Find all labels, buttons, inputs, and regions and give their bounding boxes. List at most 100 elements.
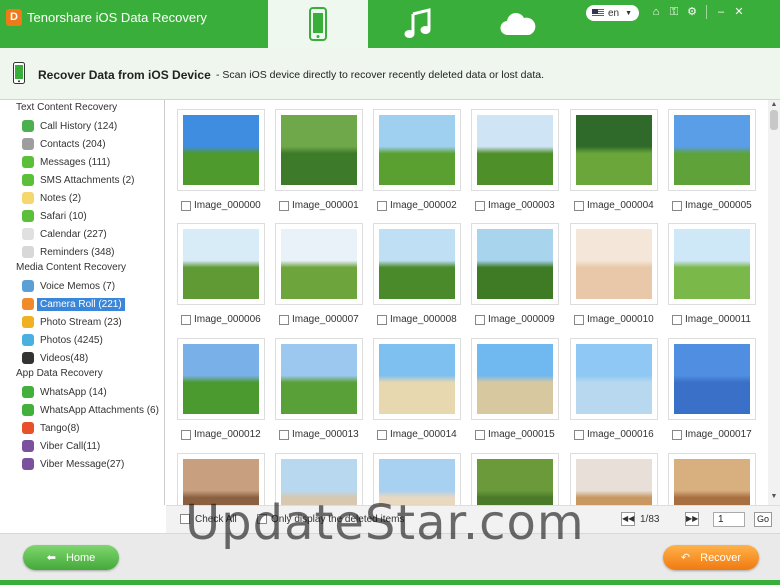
photo-checkbox[interactable] bbox=[574, 201, 584, 211]
sidebar-item[interactable]: SMS Attachments (2) bbox=[22, 172, 134, 188]
photo-thumbnail[interactable]: Image_000010 bbox=[570, 223, 658, 334]
recover-button[interactable]: ↶ Recover bbox=[663, 545, 759, 570]
photo-thumbnail[interactable]: Image_000005 bbox=[668, 109, 756, 220]
photo-preview[interactable] bbox=[373, 338, 461, 420]
sidebar-item[interactable]: Tango(8) bbox=[22, 420, 79, 436]
language-select[interactable]: en ▼ bbox=[586, 5, 639, 21]
photo-checkbox[interactable] bbox=[672, 430, 682, 440]
tab-itunes-backup[interactable] bbox=[368, 0, 468, 48]
photo-preview[interactable] bbox=[275, 223, 363, 305]
photo-checkbox[interactable] bbox=[475, 315, 485, 325]
photo-thumbnail[interactable]: Image_000017 bbox=[668, 338, 756, 449]
photo-preview[interactable] bbox=[570, 109, 658, 191]
photo-preview[interactable] bbox=[570, 223, 658, 305]
photo-checkbox[interactable] bbox=[574, 315, 584, 325]
photo-thumbnail[interactable]: Image_000003 bbox=[471, 109, 559, 220]
photo-thumbnail[interactable]: Image_000004 bbox=[570, 109, 658, 220]
close-icon[interactable]: ✕ bbox=[733, 4, 745, 20]
sidebar-item[interactable]: Messages (111) bbox=[22, 154, 110, 170]
only-deleted-checkbox[interactable] bbox=[257, 514, 267, 524]
photo-preview[interactable] bbox=[570, 338, 658, 420]
sidebar-item[interactable]: Viber Message(27) bbox=[22, 456, 124, 472]
photo-checkbox[interactable] bbox=[181, 315, 191, 325]
photo-checkbox[interactable] bbox=[279, 201, 289, 211]
sidebar-item[interactable]: Notes (2) bbox=[22, 190, 81, 206]
photo-thumbnail[interactable]: Image_000008 bbox=[373, 223, 461, 334]
photo-thumbnail[interactable]: Image_000000 bbox=[177, 109, 265, 220]
photo-checkbox[interactable] bbox=[475, 201, 485, 211]
photo-preview[interactable] bbox=[177, 338, 265, 420]
go-button[interactable]: Go bbox=[754, 512, 772, 527]
photo-checkbox[interactable] bbox=[279, 430, 289, 440]
photo-preview[interactable] bbox=[177, 223, 265, 305]
photo-thumbnail[interactable]: Image_000011 bbox=[668, 223, 756, 334]
photo-checkbox[interactable] bbox=[377, 430, 387, 440]
check-all-checkbox[interactable] bbox=[180, 514, 190, 524]
photo-thumbnail[interactable]: Image_000006 bbox=[177, 223, 265, 334]
photo-checkbox[interactable] bbox=[672, 201, 682, 211]
home-icon[interactable]: ⌂ bbox=[650, 4, 662, 20]
photo-preview[interactable] bbox=[373, 109, 461, 191]
sidebar-item[interactable]: WhatsApp Attachments (6) bbox=[22, 402, 159, 418]
photo-preview[interactable] bbox=[668, 223, 756, 305]
sidebar-item[interactable]: WhatsApp (14) bbox=[22, 384, 107, 400]
photo-checkbox[interactable] bbox=[377, 315, 387, 325]
settings-icon[interactable]: ⚙ bbox=[686, 4, 698, 20]
scroll-down-icon[interactable]: ▼ bbox=[770, 493, 778, 500]
page-input[interactable]: 1 bbox=[713, 512, 745, 527]
photo-filename: Image_000006 bbox=[194, 314, 261, 325]
vertical-scrollbar[interactable]: ▲ ▼ bbox=[768, 100, 780, 505]
photo-preview[interactable] bbox=[275, 338, 363, 420]
photo-checkbox[interactable] bbox=[574, 430, 584, 440]
photo-thumbnail[interactable]: Image_000001 bbox=[275, 109, 363, 220]
photo-checkbox[interactable] bbox=[279, 315, 289, 325]
scroll-up-icon[interactable]: ▲ bbox=[770, 101, 778, 108]
photo-thumbnail[interactable]: Image_000002 bbox=[373, 109, 461, 220]
photo-preview[interactable] bbox=[471, 109, 559, 191]
photo-checkbox[interactable] bbox=[475, 430, 485, 440]
photo-thumbnail[interactable]: Image_000007 bbox=[275, 223, 363, 334]
photo-checkbox[interactable] bbox=[181, 430, 191, 440]
photo-preview[interactable] bbox=[177, 109, 265, 191]
photo-checkbox[interactable] bbox=[181, 201, 191, 211]
scrollbar-thumb[interactable] bbox=[770, 110, 778, 130]
tab-icloud-backup[interactable] bbox=[468, 0, 568, 48]
sidebar-item[interactable]: Reminders (348) bbox=[22, 244, 114, 260]
photo-preview[interactable] bbox=[275, 109, 363, 191]
sidebar-item[interactable]: Safari (10) bbox=[22, 208, 87, 224]
photo-preview[interactable] bbox=[471, 223, 559, 305]
sidebar-item[interactable]: Contacts (204) bbox=[22, 136, 106, 152]
photo-filename: Image_000011 bbox=[685, 314, 751, 325]
minimize-icon[interactable]: – bbox=[715, 4, 727, 20]
sidebar-item[interactable]: Call History (124) bbox=[22, 118, 117, 134]
sidebar-item[interactable]: Voice Memos (7) bbox=[22, 278, 115, 294]
home-button[interactable]: ⬅ Home bbox=[23, 545, 119, 570]
photo-image bbox=[477, 115, 553, 185]
divider bbox=[706, 5, 707, 19]
photo-thumbnail[interactable]: Image_000016 bbox=[570, 338, 658, 449]
sidebar-item[interactable]: Videos(48) bbox=[22, 350, 88, 366]
photo-thumbnail[interactable]: Image_000013 bbox=[275, 338, 363, 449]
photo-thumbnail[interactable]: Image_000012 bbox=[177, 338, 265, 449]
photo-preview[interactable] bbox=[668, 338, 756, 420]
sidebar-item[interactable]: Photo Stream (23) bbox=[22, 314, 122, 330]
sidebar-item-label: Voice Memos (7) bbox=[40, 280, 116, 292]
tab-ios-device[interactable] bbox=[268, 0, 368, 48]
sidebar-item[interactable]: Viber Call(11) bbox=[22, 438, 100, 454]
photos-icon bbox=[22, 334, 34, 346]
prev-page-button[interactable]: ◀◀ bbox=[621, 512, 635, 526]
photo-preview[interactable] bbox=[668, 109, 756, 191]
sidebar-item[interactable]: Camera Roll (221) bbox=[22, 296, 125, 312]
recover-icon: ↶ bbox=[680, 552, 691, 564]
key-icon[interactable]: ⚿ bbox=[668, 4, 680, 20]
photo-checkbox[interactable] bbox=[672, 315, 682, 325]
next-page-button[interactable]: ▶▶ bbox=[685, 512, 699, 526]
photo-checkbox[interactable] bbox=[377, 201, 387, 211]
photo-thumbnail[interactable]: Image_000015 bbox=[471, 338, 559, 449]
sidebar-item[interactable]: Calendar (227) bbox=[22, 226, 107, 242]
photo-preview[interactable] bbox=[471, 338, 559, 420]
photo-preview[interactable] bbox=[373, 223, 461, 305]
photo-thumbnail[interactable]: Image_000009 bbox=[471, 223, 559, 334]
sidebar-item[interactable]: Photos (4245) bbox=[22, 332, 103, 348]
photo-thumbnail[interactable]: Image_000014 bbox=[373, 338, 461, 449]
